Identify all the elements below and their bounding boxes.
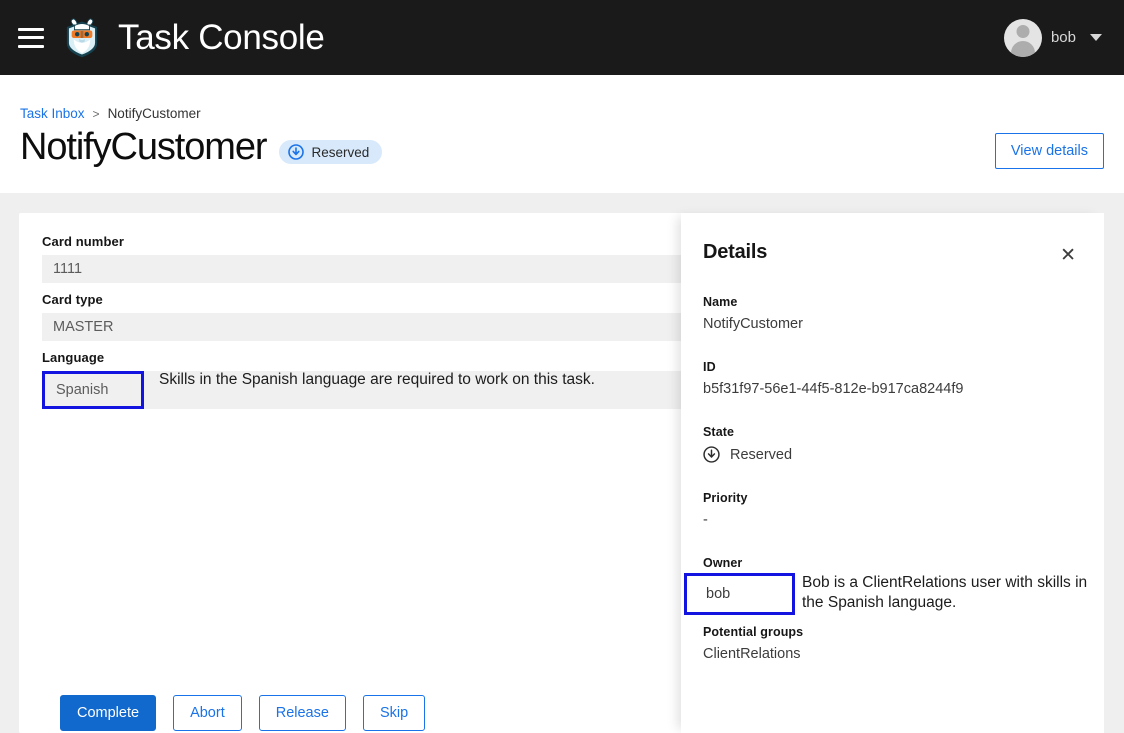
- details-label-state: State: [703, 425, 1093, 439]
- status-badge: Reserved: [279, 140, 382, 164]
- owner-field-wrapper: bob Bob is a ClientRelations user with s…: [703, 577, 1093, 619]
- title-row: NotifyCustomer Reserved: [20, 128, 382, 166]
- page-title: NotifyCustomer: [20, 128, 266, 166]
- reserved-circle-arrow-icon: [703, 446, 720, 463]
- hamburger-menu-icon[interactable]: [18, 28, 44, 48]
- details-label-potential-groups: Potential groups: [703, 625, 1093, 639]
- details-label-priority: Priority: [703, 491, 1093, 505]
- details-list: Name NotifyCustomer ID b5f31f97-56e1-44f…: [703, 295, 1093, 690]
- language-annotation-text: Skills in the Spanish language are requi…: [159, 370, 629, 390]
- breadcrumb: Task Inbox > NotifyCustomer: [20, 106, 201, 121]
- viking-mascot-logo-icon: [60, 16, 104, 60]
- top-app-bar: Task Console bob: [0, 0, 1124, 75]
- breadcrumb-current: NotifyCustomer: [108, 106, 201, 121]
- hamburger-bar: [18, 36, 44, 39]
- complete-button[interactable]: Complete: [60, 695, 156, 731]
- details-value-name: NotifyCustomer: [703, 316, 1093, 332]
- breadcrumb-task-inbox-link[interactable]: Task Inbox: [20, 106, 85, 121]
- page-header: Task Inbox > NotifyCustomer NotifyCustom…: [0, 75, 1124, 193]
- breadcrumb-separator-icon: >: [93, 107, 100, 121]
- release-button[interactable]: Release: [259, 695, 346, 731]
- hamburger-bar: [18, 28, 44, 31]
- details-value-id: b5f31f97-56e1-44f5-812e-b917ca8244f9: [703, 381, 1093, 397]
- details-label-owner: Owner: [703, 556, 1093, 570]
- details-value-state: Reserved: [703, 446, 1093, 463]
- status-badge-label: Reserved: [311, 145, 369, 160]
- details-panel: Details ✕ Name NotifyCustomer ID b5f31f9…: [681, 213, 1104, 733]
- abort-button[interactable]: Abort: [173, 695, 242, 731]
- user-menu[interactable]: bob: [1004, 0, 1102, 75]
- owner-annotation-text: Bob is a ClientRelations user with skill…: [802, 573, 1112, 612]
- user-name-label: bob: [1051, 29, 1076, 46]
- details-value-priority: -: [703, 512, 1093, 528]
- field-input-language[interactable]: Spanish: [42, 371, 144, 409]
- hamburger-bar: [18, 45, 44, 48]
- chevron-down-icon[interactable]: [1090, 34, 1102, 41]
- reserved-circle-arrow-icon: [288, 144, 304, 160]
- skip-button[interactable]: Skip: [363, 695, 425, 731]
- details-value-owner: bob: [684, 573, 795, 615]
- details-panel-title: Details: [703, 241, 767, 264]
- details-state-label: Reserved: [730, 447, 792, 463]
- close-icon[interactable]: ✕: [1060, 246, 1076, 265]
- task-action-buttons: Complete Abort Release Skip: [60, 695, 425, 731]
- details-label-id: ID: [703, 360, 1093, 374]
- details-value-potential-groups: ClientRelations: [703, 646, 1093, 662]
- details-label-name: Name: [703, 295, 1093, 309]
- view-details-button[interactable]: View details: [995, 133, 1104, 169]
- app-title: Task Console: [118, 18, 325, 58]
- user-avatar-icon: [1004, 19, 1042, 57]
